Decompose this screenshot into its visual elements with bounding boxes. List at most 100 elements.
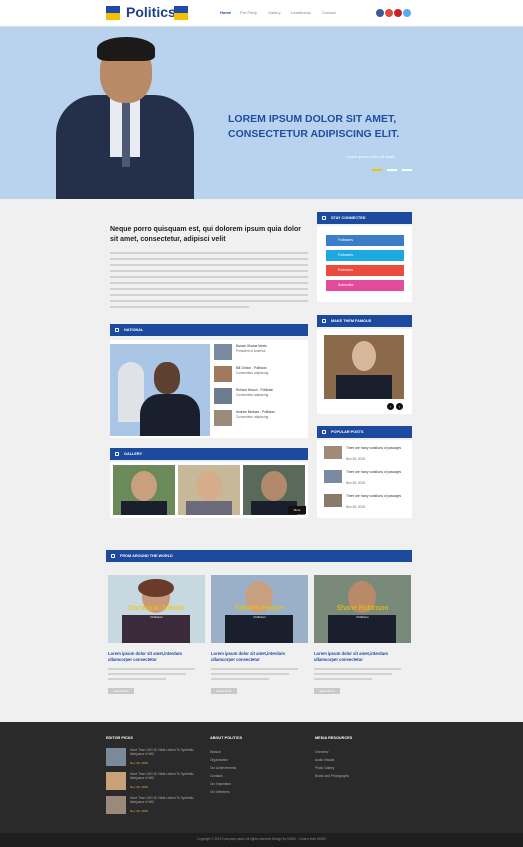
list-item-title[interactable]: Richard Nixson - Politician — [236, 388, 273, 392]
footer-bottom-bar: Copyright © 2015 Company name All rights… — [0, 833, 523, 847]
slider-dot[interactable] — [372, 169, 382, 171]
hero-headline-line-2: CONSECTETUR ADIPISCING ELIT. — [228, 128, 400, 140]
obama-face — [154, 362, 180, 394]
world-card-name: Stephen Harper — [234, 605, 285, 612]
nav-leadership[interactable]: Leadership — [291, 10, 311, 15]
facebook-followers-row[interactable]: Followers — [326, 235, 404, 246]
popular-post-title[interactable]: There are many variations of passages — [346, 446, 406, 450]
footer-pick-item[interactable]: More Than 100 UK Visits Linked To Synthe… — [106, 748, 201, 770]
gallery-image[interactable] — [113, 465, 175, 515]
list-item-subtitle: Consectetur adipiscing — [236, 415, 269, 419]
footer-link[interactable]: Mission — [210, 748, 236, 756]
popular-post-date: Nov 28, 2015 — [346, 505, 365, 509]
thumbnail — [214, 344, 232, 360]
world-card-image[interactable]: Domegral Jinkolor Politician — [108, 575, 205, 643]
popular-post-title[interactable]: There are many variations of passages — [346, 494, 406, 498]
read-more-button[interactable]: Read More — [211, 688, 237, 694]
gallery-image[interactable] — [178, 465, 240, 515]
twitter-followers-row[interactable]: Followers — [326, 250, 404, 261]
national-panel: Barack Obama Meets President of America … — [110, 340, 308, 438]
site-logo[interactable]: Politics — [126, 4, 176, 20]
list-item-title[interactable]: Andrew Benlase - Politician — [236, 410, 275, 414]
nav-contact[interactable]: Contact — [322, 10, 336, 15]
thumbnail — [214, 366, 232, 382]
pinterest-icon[interactable] — [394, 9, 402, 17]
footer-link[interactable]: Organization — [210, 756, 236, 764]
world-card-title[interactable]: Lorem ipsum dolor sit amet,interdum ulla… — [108, 651, 205, 663]
hero-headline-line-1: LOREM IPSUM DOLOR SIT AMET, — [228, 113, 397, 125]
chevron-left-icon[interactable]: ‹ — [387, 403, 394, 410]
read-more-button[interactable]: Read More — [314, 688, 340, 694]
world-section-header: FROM AROUND THE WORLD — [106, 550, 412, 562]
footer-media-title: MEDIA RESOURCES — [315, 736, 353, 740]
gallery-section-header: GALLERY — [110, 448, 308, 460]
list-item[interactable]: Barack Obama Meets President of America — [214, 344, 306, 366]
stay-connected-header: STAY CONNECTED — [317, 212, 412, 224]
world-card-text — [314, 668, 411, 680]
footer-media-list: Overview Audio Visuals Photo Gallery Boo… — [315, 748, 349, 780]
subscribe-row[interactable]: Subscribe — [326, 280, 404, 291]
list-item-title[interactable]: Bill Clinton - Politician — [236, 366, 267, 370]
famous-image[interactable] — [324, 335, 404, 399]
footer-link[interactable]: Our Inspiration — [210, 780, 236, 788]
list-item-subtitle: Consectetur adipiscing — [236, 393, 269, 397]
footer-pick-item[interactable]: More Than 100 UK Visits Linked To Synthe… — [106, 796, 201, 818]
slider-dot[interactable] — [402, 169, 412, 171]
world-card-role: Politician — [150, 615, 163, 619]
footer-link[interactable]: Contacts — [210, 772, 236, 780]
footer-about-list: Mission Organization Our Achievements Co… — [210, 748, 236, 796]
popular-post-item[interactable]: There are many variations of passages No… — [324, 470, 408, 490]
chevron-right-icon[interactable]: › — [396, 403, 403, 410]
gallery-section-title: GALLERY — [124, 452, 142, 456]
nav-home[interactable]: Home — [220, 10, 231, 15]
stay-connected-panel: Followers Followers Followers Subscribe — [317, 226, 412, 302]
slider-dot[interactable] — [387, 169, 397, 171]
world-card-title[interactable]: Lorem ipsum dolor sit amet,interdum ulla… — [211, 651, 308, 663]
main-article-title[interactable]: Neque porro quisquam est, qui dolorem ip… — [110, 225, 308, 245]
twitter-icon[interactable] — [403, 9, 411, 17]
list-item[interactable]: Bill Clinton - Politician Consectetur ad… — [214, 366, 306, 388]
footer-pick-date: Nov 28, 2015 — [130, 785, 148, 789]
footer-pick-item[interactable]: More Than 100 UK Visits Linked To Synthe… — [106, 772, 201, 794]
world-card-role: Politician — [356, 615, 369, 619]
logo-flag-icon — [174, 6, 188, 20]
footer-pick-title[interactable]: More Than 100 UK Visits Linked To Synthe… — [130, 772, 200, 780]
nav-gallery[interactable]: Gallery — [268, 10, 281, 15]
google-plus-icon[interactable] — [385, 9, 393, 17]
footer-link[interactable]: Our Achievements — [210, 764, 236, 772]
list-item[interactable]: Richard Nixson - Politician Consectetur … — [214, 388, 306, 410]
nav-pre-party[interactable]: Pre-Party — [240, 10, 257, 15]
gallery-more-button[interactable]: More — [288, 506, 306, 514]
footer-pick-title[interactable]: More Than 100 UK Visits Linked To Synthe… — [130, 796, 200, 804]
list-item-title[interactable]: Barack Obama Meets — [236, 344, 267, 348]
thumbnail — [214, 388, 232, 404]
footer-link[interactable]: Overview — [315, 748, 349, 756]
popular-post-date: Nov 28, 2015 — [346, 457, 365, 461]
list-item-subtitle: Consectetur adipiscing — [236, 371, 269, 375]
national-section-title: NATIONAL — [124, 328, 144, 332]
national-feature-image[interactable] — [110, 344, 210, 436]
popular-post-item[interactable]: There are many variations of passages No… — [324, 494, 408, 514]
hero-headline: LOREM IPSUM DOLOR SIT AMET, CONSECTETUR … — [228, 112, 428, 142]
footer-link[interactable]: Audio Visuals — [315, 756, 349, 764]
list-item[interactable]: Andrew Benlase - Politician Consectetur … — [214, 410, 306, 432]
world-card-image[interactable]: Stephen Harper Politician — [211, 575, 308, 643]
footer-pick-title[interactable]: More Than 100 UK Visits Linked To Synthe… — [130, 748, 200, 756]
footer-link[interactable]: Books and Photographs — [315, 772, 349, 780]
popular-post-title[interactable]: There are many variations of passages — [346, 470, 406, 474]
hero-person-hair — [97, 37, 155, 61]
world-card-title[interactable]: Lorem ipsum dolor sit amet,interdum ulla… — [314, 651, 411, 663]
thumbnail — [106, 772, 126, 790]
popular-posts-panel: There are many variations of passages No… — [317, 440, 412, 518]
facebook-icon[interactable] — [376, 9, 384, 17]
hero-banner: LOREM IPSUM DOLOR SIT AMET, CONSECTETUR … — [0, 27, 523, 199]
world-card-image[interactable]: Shane Robinson Politician — [314, 575, 411, 643]
footer-link[interactable]: Photo Gallery — [315, 764, 349, 772]
read-more-button[interactable]: Read More — [108, 688, 134, 694]
google-followers-row[interactable]: Followers — [326, 265, 404, 276]
footer-link[interactable]: Our Members — [210, 788, 236, 796]
world-card-name: Shane Robinson — [336, 605, 389, 612]
hero-person-tie — [122, 102, 130, 167]
popular-post-item[interactable]: There are many variations of passages No… — [324, 446, 408, 466]
national-section-header: NATIONAL — [110, 324, 308, 336]
